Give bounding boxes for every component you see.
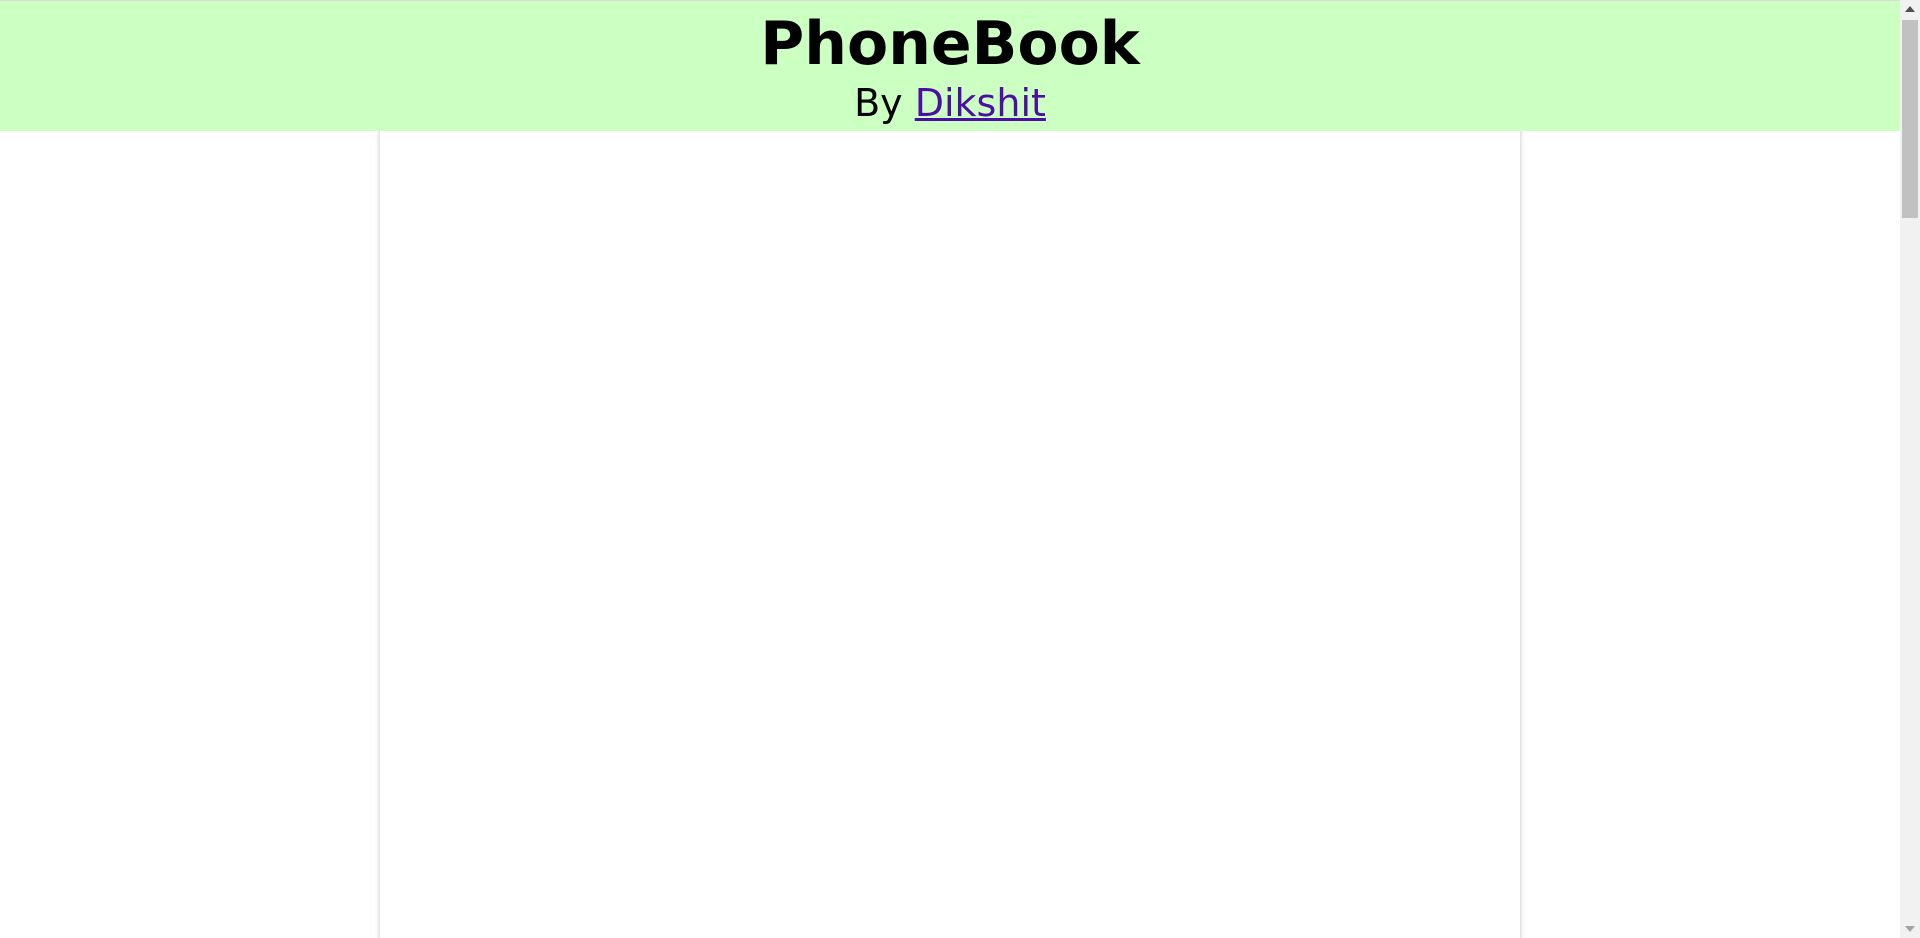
site-header: PhoneBook By Dikshit — [0, 0, 1900, 131]
byline-prefix: By — [854, 81, 903, 125]
content-panel — [380, 128, 1520, 938]
page-title: PhoneBook — [760, 9, 1140, 79]
author-link[interactable]: Dikshit — [915, 81, 1046, 125]
byline: By Dikshit — [0, 81, 1900, 125]
scroll-down-arrow-icon[interactable] — [1905, 926, 1915, 932]
scroll-up-arrow-icon[interactable] — [1905, 6, 1915, 12]
page: PhoneBook By Dikshit A Abhishek — [0, 0, 1920, 938]
viewport: PhoneBook By Dikshit A Abhishek — [0, 0, 1900, 938]
scrollbar-thumb[interactable] — [1902, 20, 1918, 218]
scrollbar[interactable] — [1900, 0, 1920, 938]
